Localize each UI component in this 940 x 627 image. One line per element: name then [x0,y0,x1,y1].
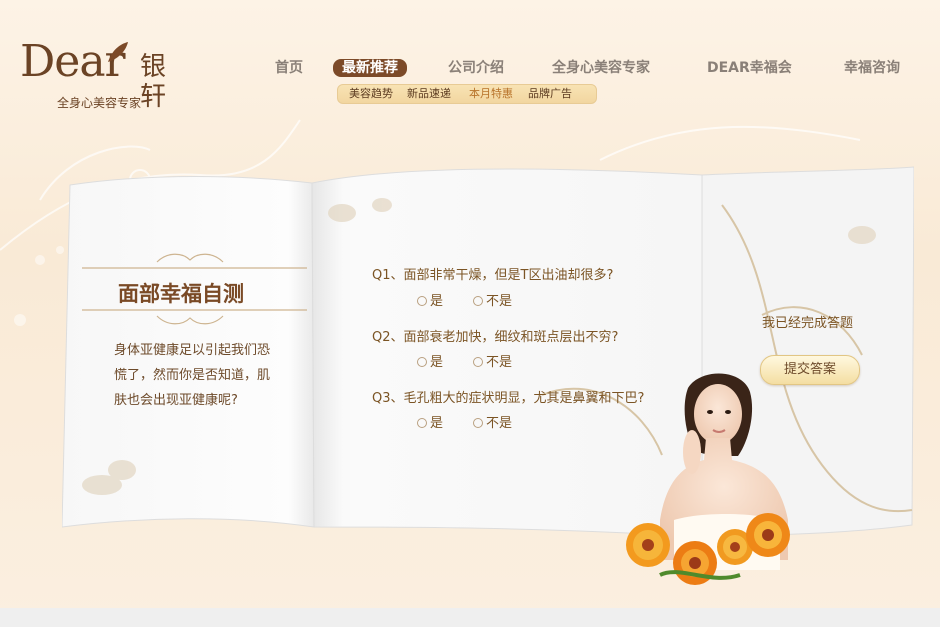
nav-item-club[interactable]: DEAR幸福会 [707,59,792,77]
q3-no-option[interactable]: 不是 [473,412,512,431]
main-nav: 首页 最新推荐 公司介绍 全身心美容专家 DEAR幸福会 幸福咨询 [0,59,940,77]
q3-yes-option[interactable]: 是 [417,412,443,431]
question-1: Q1、面部非常干燥，但是T区出油却很多? [372,268,614,283]
nav-item-recommend[interactable]: 最新推荐 [333,59,407,77]
nav-item-home[interactable]: 首页 [275,59,303,77]
quiz-intro: 身体亚健康足以引起我们恐慌了，然而你是否知道，肌肤也会出现亚健康呢? [114,343,271,408]
q2-yes-option[interactable]: 是 [417,351,443,370]
radio-icon [417,357,427,367]
nav-item-about[interactable]: 公司介绍 [448,59,504,77]
subnav-item-brand-ads[interactable]: 品牌广告 [528,87,572,101]
q2-no-option[interactable]: 不是 [473,351,512,370]
radio-icon [473,418,483,428]
q1-yes-option[interactable]: 是 [417,290,443,309]
sub-nav: 美容趋势 新品速递 本月特惠 品牌广告 [337,84,597,104]
completion-label: 我已经完成答题 [762,316,854,331]
radio-icon [473,357,483,367]
footer-bar [0,608,940,627]
quiz-title: 面部幸福自测 [118,282,244,306]
subnav-item-trends[interactable]: 美容趋势 [349,87,393,101]
brand-tagline: 全身心美容专家 [57,96,142,110]
subnav-item-monthly-deals[interactable]: 本月特惠 [469,87,513,101]
question-3: Q3、毛孔粗大的症状明显，尤其是鼻翼和下巴? [372,391,645,406]
orange-flowers [626,513,790,585]
nav-item-expert[interactable]: 全身心美容专家 [552,59,650,77]
nav-item-consult[interactable]: 幸福咨询 [844,59,900,77]
q1-no-option[interactable]: 不是 [473,290,512,309]
radio-icon [473,296,483,306]
radio-icon [417,418,427,428]
subnav-item-new-products[interactable]: 新品速递 [407,87,451,101]
question-2: Q2、面部衰老加快，细纹和斑点层出不穷? [372,330,619,345]
radio-icon [417,296,427,306]
